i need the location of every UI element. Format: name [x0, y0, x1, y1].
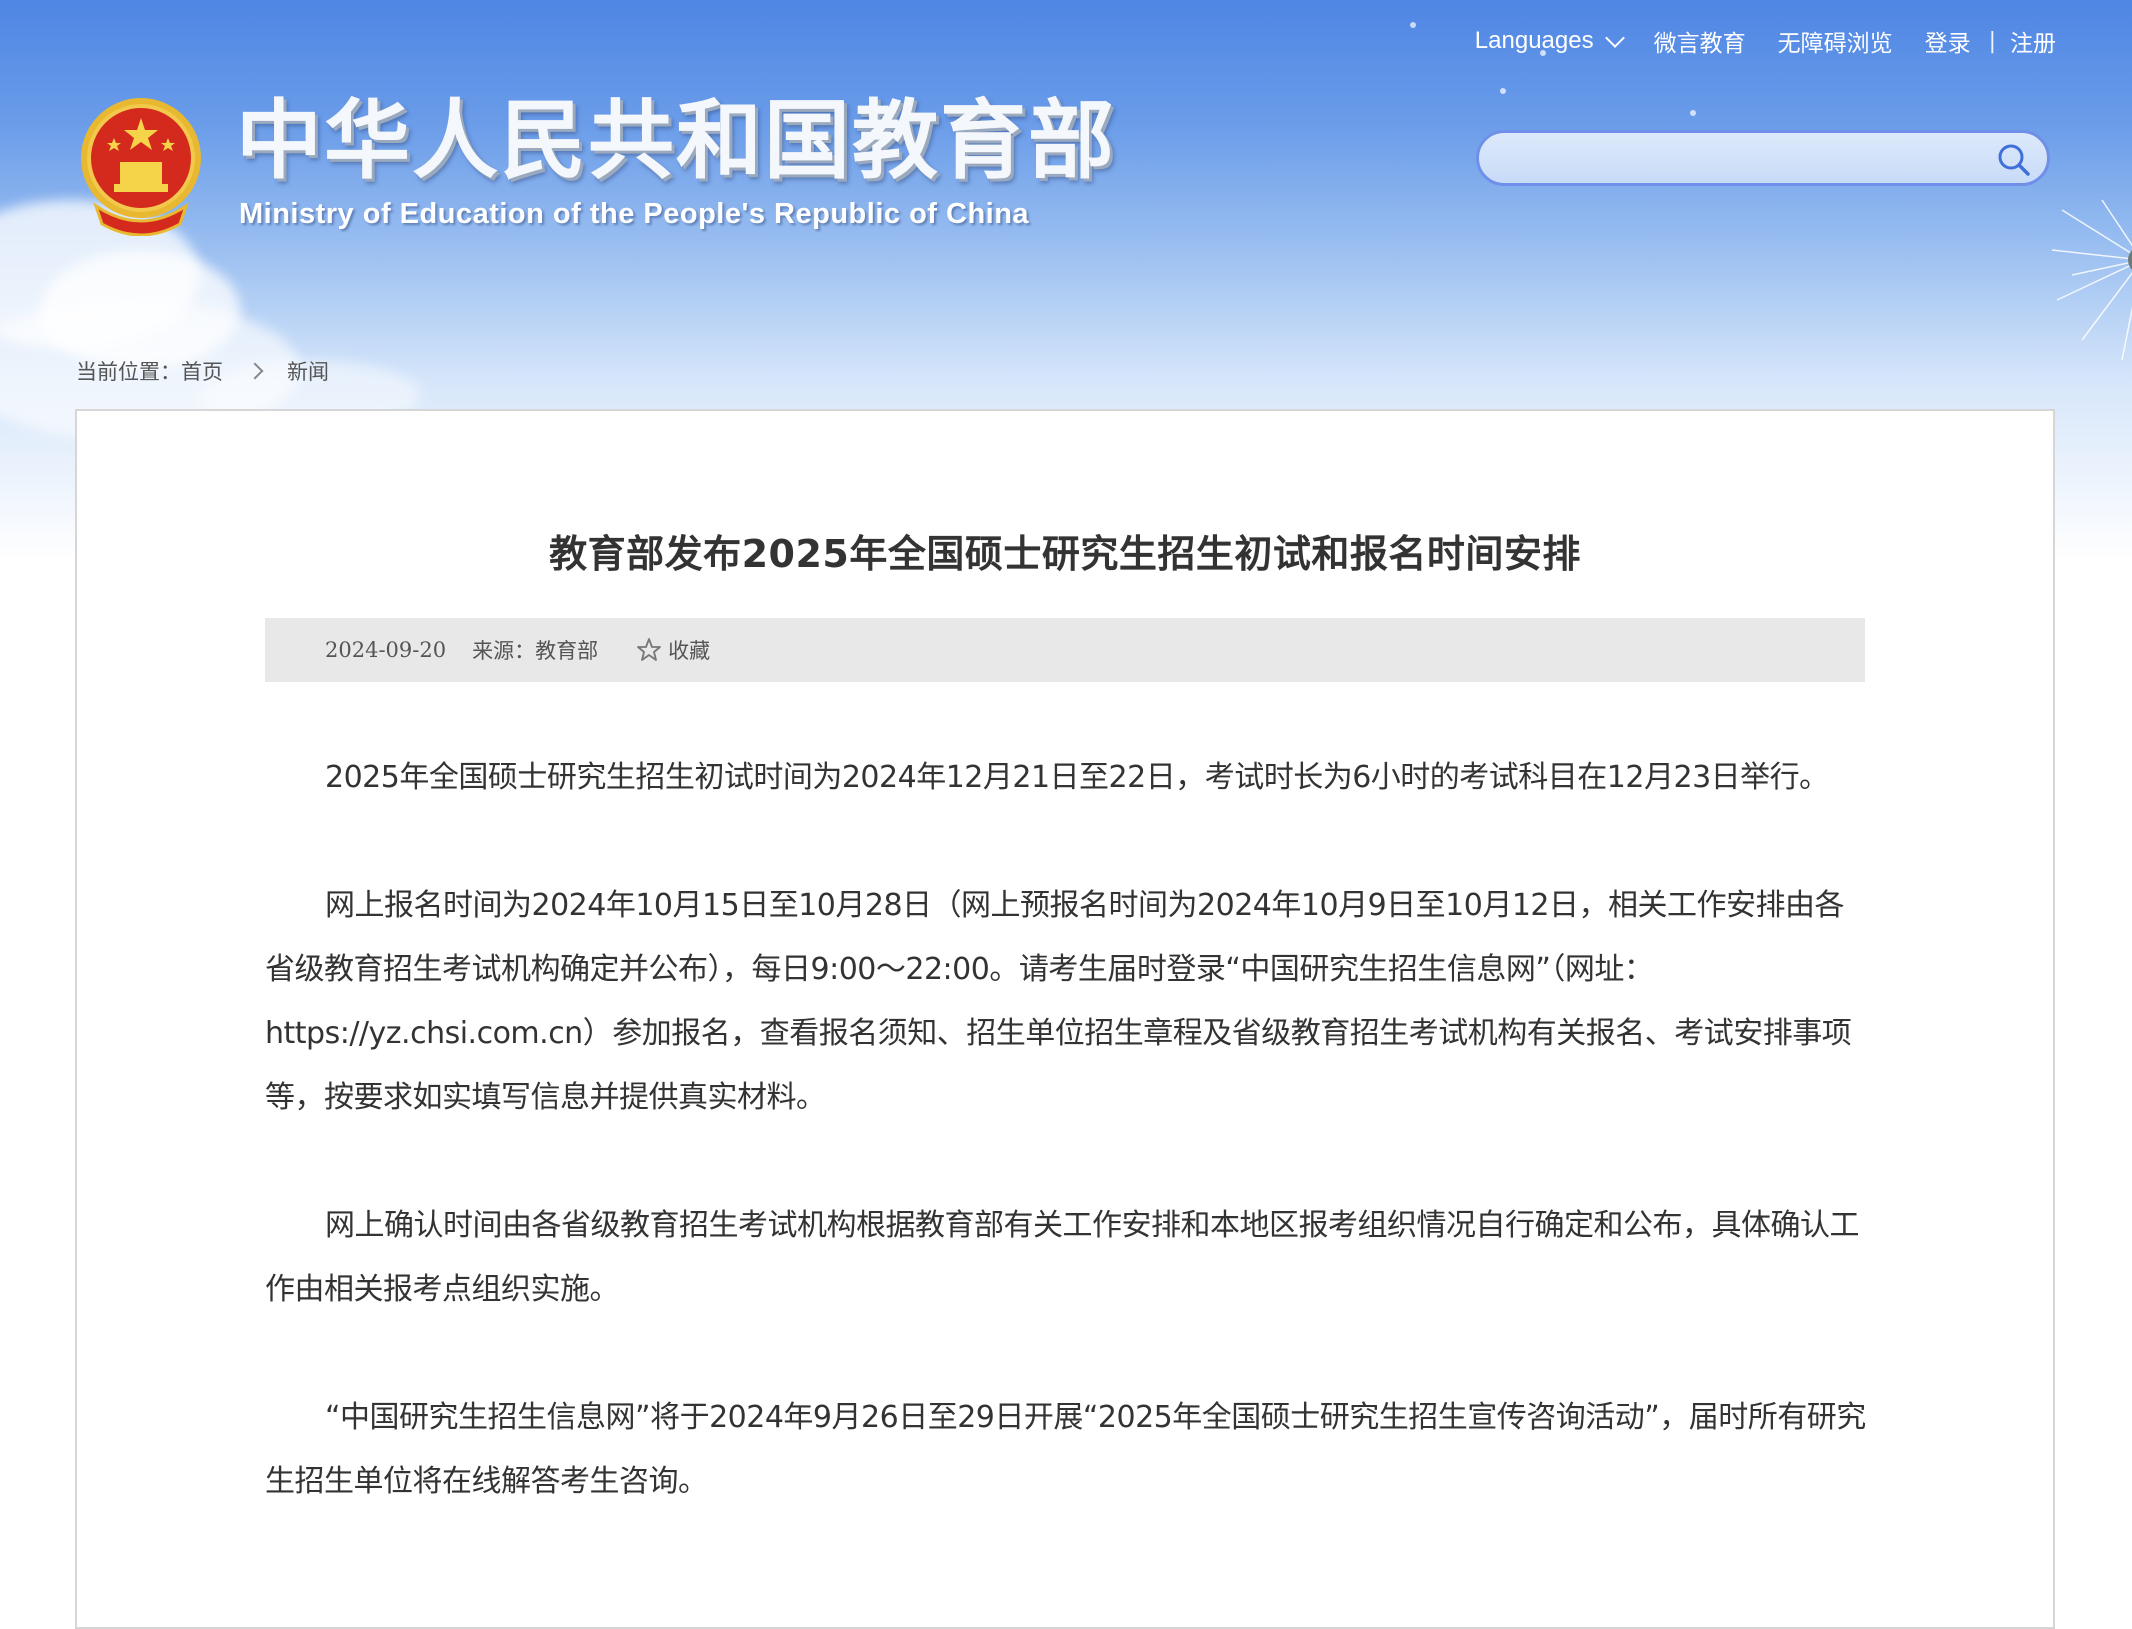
dandelion-decoration	[2051, 199, 2132, 361]
search-icon[interactable]	[1995, 141, 2033, 179]
chevron-down-icon	[1604, 28, 1625, 48]
article-body: 2025年全国硕士研究生招生初试时间为2024年12月21日至22日，考试时长为…	[265, 746, 1870, 1578]
nav-separator: |	[1988, 28, 1996, 54]
national-emblem-icon[interactable]	[76, 96, 206, 236]
login-link[interactable]: 登录	[1925, 24, 1971, 58]
breadcrumb-home[interactable]: 首页	[181, 356, 223, 386]
article-card: 教育部发布2025年全国硕士研究生招生初试和报名时间安排 2024-09-20 …	[75, 409, 2055, 1629]
breadcrumb-prefix: 当前位置：	[76, 360, 181, 384]
breadcrumb: 当前位置： 首页 新闻	[76, 356, 329, 386]
register-link[interactable]: 注册	[2010, 24, 2056, 58]
top-nav: Languages 微言教育 无障碍浏览 登录 | 注册	[1475, 24, 2056, 58]
article-paragraph: “中国研究生招生信息网”将于2024年9月26日至29日开展“2025年全国硕士…	[265, 1400, 1866, 1499]
article-paragraph: 2025年全国硕士研究生招生初试时间为2024年12月21日至22日，考试时长为…	[325, 760, 1829, 795]
weiyan-link[interactable]: 微言教育	[1654, 24, 1746, 58]
languages-label: Languages	[1474, 27, 1594, 54]
favorite-label: 收藏	[668, 639, 711, 663]
article-date: 2024-09-20	[325, 638, 447, 662]
favorite-button[interactable]: 收藏	[636, 635, 710, 665]
article-paragraph: 网上报名时间为2024年10月15日至10月28日（网上预报名时间为2024年1…	[265, 888, 1852, 1115]
star-icon	[637, 638, 661, 661]
search-input[interactable]	[1503, 141, 1967, 179]
article-source: 来源：教育部	[472, 639, 599, 663]
breadcrumb-news[interactable]: 新闻	[287, 356, 329, 386]
accessible-browse-link[interactable]: 无障碍浏览	[1778, 24, 1893, 58]
article-meta-bar: 2024-09-20 来源：教育部 收藏	[265, 618, 1865, 682]
page: Languages 微言教育 无障碍浏览 登录 | 注册 中华人民共和国教育部 …	[0, 0, 2132, 1629]
chevron-right-icon	[246, 362, 264, 380]
site-title[interactable]: 中华人民共和国教育部	[236, 98, 1116, 184]
article-paragraph: 网上确认时间由各省级教育招生考试机构根据教育部有关工作安排和本地区报考组织情况自…	[265, 1208, 1860, 1307]
site-subtitle: Ministry of Education of the People's Re…	[239, 198, 1030, 230]
languages-dropdown[interactable]: Languages	[1474, 27, 1625, 55]
search-box	[1476, 130, 2050, 186]
article-title: 教育部发布2025年全国硕士研究生招生初试和报名时间安排	[549, 532, 1581, 576]
